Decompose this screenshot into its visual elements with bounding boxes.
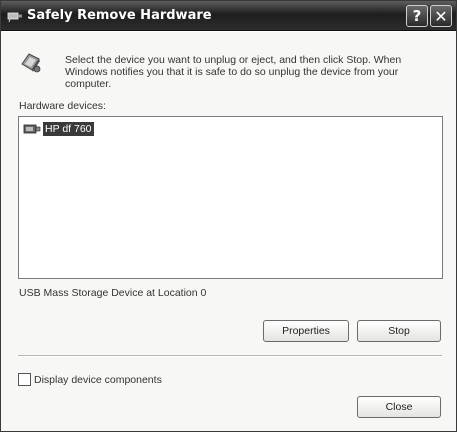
usb-device-icon — [23, 124, 41, 133]
help-button[interactable]: ? — [406, 5, 428, 27]
display-components-label: Display device components — [34, 373, 162, 386]
hardware-devices-list[interactable]: HP df 760 — [18, 116, 443, 279]
title-bar[interactable]: Safely Remove Hardware ? ✕ — [1, 1, 456, 31]
instructions-text: Select the device you want to unplug or … — [65, 54, 402, 90]
list-item[interactable]: HP df 760 — [23, 121, 94, 136]
display-components-checkbox[interactable] — [18, 373, 31, 386]
safely-remove-icon — [21, 53, 41, 73]
hardware-devices-label: Hardware devices: — [19, 100, 106, 112]
device-label: HP df 760 — [43, 121, 94, 136]
safely-remove-hardware-window: Safely Remove Hardware ? ✕ Select the de… — [0, 0, 457, 432]
stop-button[interactable]: Stop — [357, 320, 441, 342]
close-window-button[interactable]: ✕ — [430, 5, 452, 27]
hardware-title-icon — [7, 12, 22, 23]
close-button[interactable]: Close — [357, 396, 441, 418]
properties-button[interactable]: Properties — [263, 320, 349, 342]
window-title: Safely Remove Hardware — [27, 8, 212, 23]
dialog-body: Select the device you want to unplug or … — [1, 32, 456, 431]
display-components-option[interactable]: Display device components — [18, 373, 162, 386]
divider — [18, 355, 442, 357]
device-description: USB Mass Storage Device at Location 0 — [19, 287, 207, 299]
